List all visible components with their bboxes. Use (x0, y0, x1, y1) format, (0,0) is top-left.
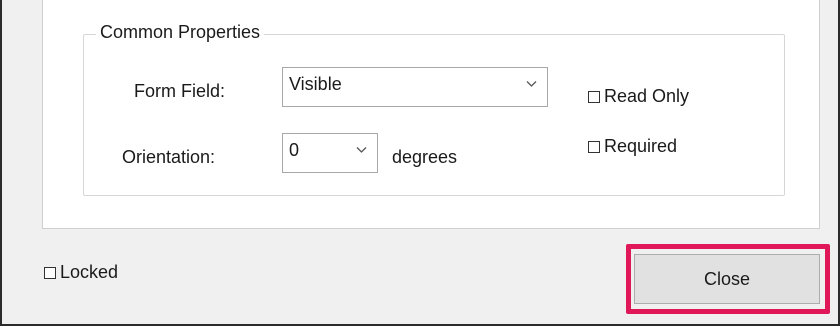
orientation-value: 0 (289, 140, 300, 160)
tab-panel: Common Properties Form Field: Visible Or… (42, 0, 820, 229)
required-checkbox[interactable]: Required (588, 136, 677, 157)
form-field-label: Form Field: (134, 81, 226, 101)
close-button[interactable]: Close (634, 254, 820, 304)
chevron-down-icon (356, 147, 367, 153)
orientation-label: Orientation: (122, 147, 216, 167)
required-label: Required (604, 136, 678, 156)
read-only-checkbox-box[interactable] (588, 90, 600, 103)
chevron-down-icon (526, 81, 537, 87)
locked-checkbox[interactable]: Locked (44, 262, 118, 283)
read-only-checkbox[interactable]: Read Only (588, 86, 689, 107)
form-field-value: Visible (289, 74, 342, 94)
locked-checkbox-box[interactable] (44, 266, 56, 279)
degrees-unit-label: degrees (392, 147, 458, 167)
common-properties-group: Common Properties Form Field: Visible Or… (83, 22, 785, 196)
required-checkbox-box[interactable] (588, 140, 600, 153)
orientation-dropdown[interactable]: 0 (282, 133, 378, 173)
form-field-dropdown[interactable]: Visible (282, 67, 548, 107)
read-only-label: Read Only (604, 86, 690, 106)
locked-label: Locked (60, 262, 119, 282)
group-title: Common Properties (96, 22, 265, 43)
